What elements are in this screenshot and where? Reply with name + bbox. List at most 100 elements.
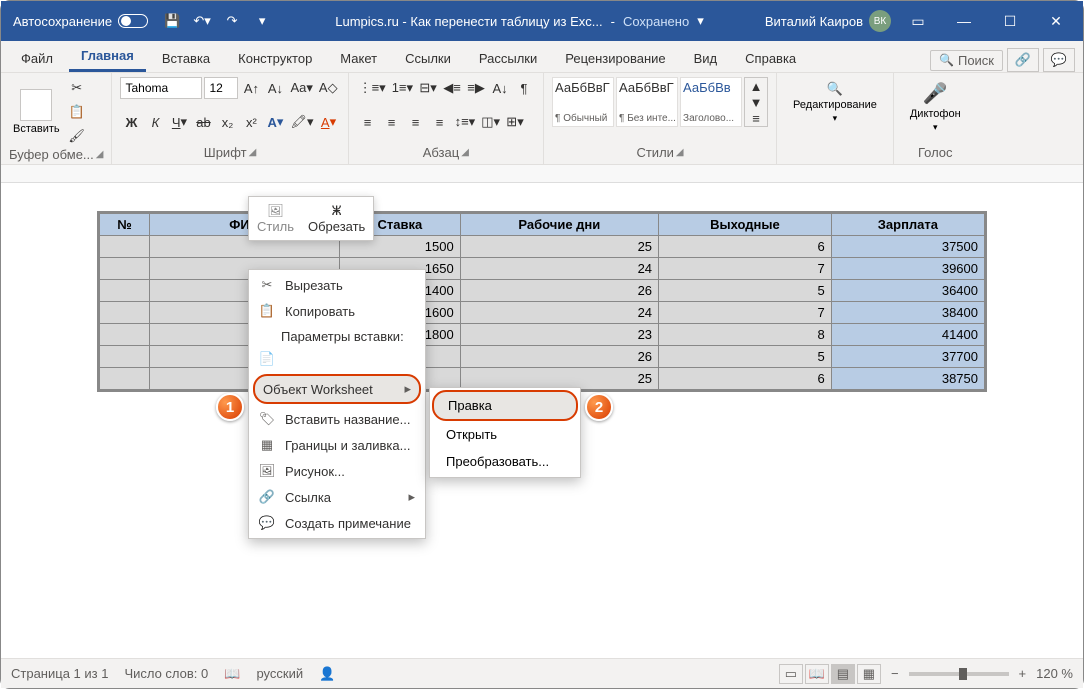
clear-format-icon[interactable]: A◇ [317,77,340,99]
zoom-in-icon[interactable]: + [1019,666,1027,681]
multilevel-icon[interactable]: ⊟▾ [417,77,439,99]
ctx-new-comment[interactable]: 💬Создать примечание [251,510,423,536]
cut-icon[interactable]: ✂ [66,77,88,99]
style-gallery[interactable]: АаБбВвГ¶ Обычный АаБбВвГ¶ Без инте... Аа… [552,77,742,127]
sort-icon[interactable]: A↓ [489,77,511,99]
ribbon: Вставить ✂ 📋 🖌 Буфер обме...◢ A↑ A↓ Aa▾ … [1,73,1083,165]
align-center-icon[interactable]: ≡ [381,111,403,133]
align-left-icon[interactable]: ≡ [357,111,379,133]
comments-button[interactable]: 💬 [1043,48,1075,72]
print-layout-icon[interactable]: ▤ [831,664,855,684]
ctx-copy[interactable]: 📋Копировать [251,298,423,324]
user-account[interactable]: Виталий Каиров ВК [765,10,891,32]
shrink-font-icon[interactable]: A↓ [264,77,286,99]
autosave-toggle[interactable]: Автосохранение [5,14,156,29]
ribbon-opts-icon[interactable]: ▭ [895,1,941,41]
save-icon[interactable]: 💾 [160,9,184,33]
style-heading[interactable]: АаБбВвЗаголово... [680,77,742,127]
font-size-input[interactable] [204,77,238,99]
tab-help[interactable]: Справка [733,45,808,72]
focus-mode-icon[interactable]: ▭ [779,664,803,684]
justify-icon[interactable]: ≡ [429,111,451,133]
launcher-icon[interactable]: ◢ [249,147,257,158]
web-layout-icon[interactable]: ▦ [857,664,881,684]
ctx-picture[interactable]: 🖼Рисунок... [251,458,423,484]
sub-edit[interactable]: Правка [432,390,578,421]
ctx-paste-option[interactable]: 📄 [251,346,423,372]
ctx-cut[interactable]: ✂Вырезать [251,272,423,298]
tab-layout[interactable]: Макет [328,45,389,72]
numbering-icon[interactable]: 1≡▾ [390,77,415,99]
outdent-icon[interactable]: ◀≡ [441,77,463,99]
font-color-icon[interactable]: A▾ [318,111,340,133]
tab-mailings[interactable]: Рассылки [467,45,549,72]
text-effects-icon[interactable]: A▾ [264,111,286,133]
undo-icon[interactable]: ↶▾ [190,9,214,33]
tab-design[interactable]: Конструктор [226,45,324,72]
launcher-icon[interactable]: ◢ [461,147,469,158]
font-name-input[interactable] [120,77,202,99]
highlight-icon[interactable]: 🖍▾ [288,111,315,133]
sub-convert[interactable]: Преобразовать... [432,448,578,475]
ctx-link[interactable]: 🔗Ссылка▸ [251,484,423,510]
word-count[interactable]: Число слов: 0 [124,666,208,681]
redo-icon[interactable]: ↷ [220,9,244,33]
tab-view[interactable]: Вид [682,45,730,72]
read-mode-icon[interactable]: 📖 [805,664,829,684]
tab-review[interactable]: Рецензирование [553,45,677,72]
ruler[interactable] [1,165,1083,183]
underline-icon[interactable]: Ч▾ [168,111,190,133]
launcher-icon[interactable]: ◢ [96,149,104,160]
spellcheck-icon[interactable]: 📖 [224,666,240,682]
accessibility-icon[interactable]: 👤 [319,666,335,682]
qat-dropdown-icon[interactable]: ▾ [250,9,274,33]
format-painter-icon[interactable]: 🖌 [66,125,88,147]
indent-icon[interactable]: ≡▶ [465,77,487,99]
maximize-icon[interactable]: ☐ [987,1,1033,41]
line-spacing-icon[interactable]: ↕≡▾ [453,111,478,133]
sub-open[interactable]: Открыть [432,421,578,448]
launcher-icon[interactable]: ◢ [676,147,684,158]
style-button[interactable]: 🖼Стиль [253,201,298,236]
strike-icon[interactable]: ab [192,111,214,133]
bullets-icon[interactable]: ⋮≡▾ [357,77,388,99]
styles-up-icon[interactable]: ▲ [745,78,767,94]
grow-font-icon[interactable]: A↑ [240,77,262,99]
share-button[interactable]: 🔗 [1007,48,1039,72]
ctx-worksheet-object[interactable]: Объект Worksheet▸ [253,374,421,404]
bold-icon[interactable]: Ж [120,111,142,133]
tab-home[interactable]: Главная [69,42,146,72]
show-marks-icon[interactable]: ¶ [513,77,535,99]
embedded-worksheet[interactable]: № ФИО Ставка Рабочие дни Выходные Зарпла… [97,211,987,392]
search-box[interactable]: 🔍 Поиск [930,50,1003,71]
style-nospacing[interactable]: АаБбВвГ¶ Без инте... [616,77,678,127]
italic-icon[interactable]: К [144,111,166,133]
zoom-level[interactable]: 120 % [1036,666,1073,681]
ctx-borders[interactable]: ▦Границы и заливка... [251,432,423,458]
subscript-icon[interactable]: x₂ [216,111,238,133]
tab-insert[interactable]: Вставка [150,45,222,72]
language-indicator[interactable]: русский [256,666,303,681]
styles-down-icon[interactable]: ▼ [745,94,767,110]
zoom-slider[interactable] [909,672,1009,676]
borders-icon[interactable]: ⊞▾ [504,111,526,133]
style-normal[interactable]: АаБбВвГ¶ Обычный [552,77,614,127]
shading-icon[interactable]: ◫▾ [479,111,502,133]
zoom-out-icon[interactable]: − [891,666,899,681]
ctx-insert-caption[interactable]: 🏷Вставить название... [251,406,423,432]
styles-more-icon[interactable]: ≡ [745,110,767,126]
tab-references[interactable]: Ссылки [393,45,463,72]
superscript-icon[interactable]: x² [240,111,262,133]
toggle-switch[interactable] [118,14,148,28]
minimize-icon[interactable]: — [941,1,987,41]
editing-button[interactable]: 🔍 Редактирование ▾ [785,77,885,128]
crop-button[interactable]: ⵥОбрезать [304,201,369,236]
align-right-icon[interactable]: ≡ [405,111,427,133]
page-indicator[interactable]: Страница 1 из 1 [11,666,108,681]
copy-icon[interactable]: 📋 [66,101,88,123]
dictate-button[interactable]: 🎤 Диктофон ▾ [902,77,969,137]
tab-file[interactable]: Файл [9,45,65,72]
close-icon[interactable]: ✕ [1033,1,1079,41]
change-case-icon[interactable]: Aa▾ [288,77,314,99]
paste-button[interactable]: Вставить [9,87,64,137]
